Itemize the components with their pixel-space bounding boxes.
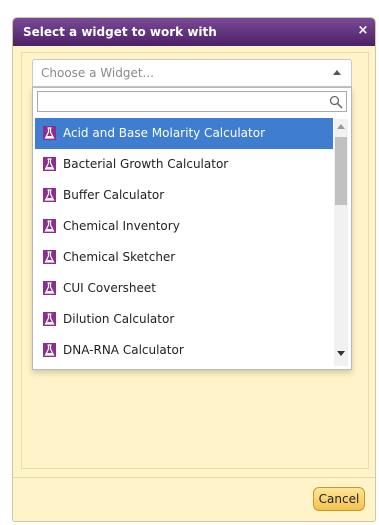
list-scrollbar[interactable]	[334, 119, 348, 366]
list-item-partial[interactable]	[35, 366, 333, 368]
list-item[interactable]: Buffer Calculator	[35, 180, 333, 211]
flask-icon	[43, 312, 56, 326]
dialog-title: Select a widget to work with	[23, 25, 217, 39]
flask-icon	[43, 219, 56, 233]
search-icon	[329, 95, 343, 109]
dialog-titlebar[interactable]: Select a widget to work with ×	[13, 18, 375, 46]
chevron-up-icon	[333, 70, 341, 75]
widget-dropdown: Acid and Base Molarity Calculator Bacteri…	[32, 87, 352, 370]
list-item[interactable]: Dilution Calculator	[35, 304, 333, 335]
widget-select[interactable]: Choose a Widget...	[32, 59, 352, 87]
list-item[interactable]: Acid and Base Molarity Calculator	[35, 118, 333, 149]
list-item-label: Bacterial Growth Calculator	[63, 157, 229, 171]
flask-icon	[43, 157, 56, 171]
list-item[interactable]: DNA-RNA Calculator	[35, 335, 333, 366]
flask-icon	[43, 250, 56, 264]
select-placeholder: Choose a Widget...	[41, 66, 154, 80]
scroll-down-arrow-icon[interactable]	[337, 351, 345, 356]
list-item[interactable]: Bacterial Growth Calculator	[35, 149, 333, 180]
list-item-label: DNA-RNA Calculator	[63, 343, 184, 357]
list-item-label: Dilution Calculator	[63, 312, 175, 326]
cancel-button[interactable]: Cancel	[313, 487, 365, 511]
list-item[interactable]: Chemical Sketcher	[35, 242, 333, 273]
flask-icon	[43, 126, 56, 140]
close-button[interactable]: ×	[355, 23, 371, 39]
list-item-label: Buffer Calculator	[63, 188, 165, 202]
flask-icon	[43, 281, 56, 295]
list-item[interactable]: Chemical Inventory	[35, 211, 333, 242]
scroll-thumb[interactable]	[335, 137, 347, 205]
flask-icon	[43, 188, 56, 202]
list-item-label: Chemical Inventory	[63, 219, 180, 233]
list-item-label: CUI Coversheet	[63, 281, 156, 295]
list-item[interactable]: CUI Coversheet	[35, 273, 333, 304]
list-item-label: Chemical Sketcher	[63, 250, 176, 264]
flask-icon	[43, 343, 56, 357]
scroll-up-arrow-icon[interactable]	[337, 124, 345, 129]
list-item-label: Acid and Base Molarity Calculator	[63, 126, 265, 140]
search-input[interactable]	[37, 91, 347, 112]
footer-divider	[13, 477, 375, 478]
widget-list: Acid and Base Molarity Calculator Bacteri…	[35, 118, 333, 368]
